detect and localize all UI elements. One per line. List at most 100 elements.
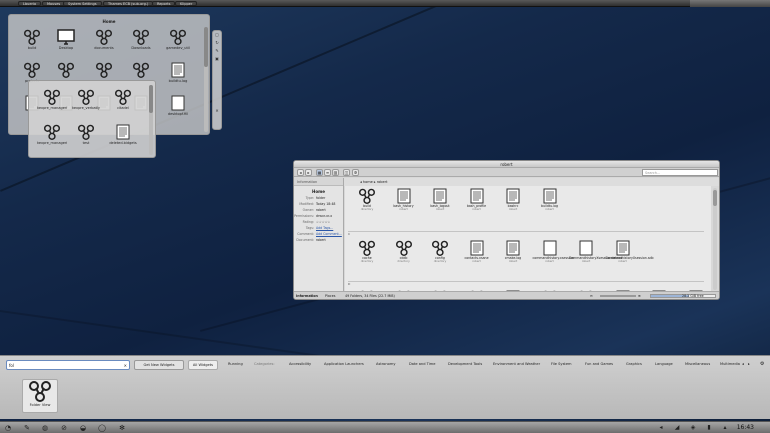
file-item[interactable]: cmake.log robert xyxy=(496,240,530,263)
top-tab[interactable]: System Settings xyxy=(63,1,102,6)
text-file-icon xyxy=(533,188,567,204)
clock[interactable]: 16:43 xyxy=(737,424,754,431)
category-item[interactable]: File System xyxy=(551,362,572,366)
kickoff-icon[interactable]: ◔ xyxy=(3,423,13,433)
file-item[interactable]: Desktop xyxy=(51,29,81,50)
file-item[interactable]: cache directory xyxy=(350,240,384,263)
widget-search-input[interactable]: fol ✕ xyxy=(6,360,130,370)
category-item[interactable]: Multimedia xyxy=(720,362,740,366)
file-item[interactable]: Downloads xyxy=(126,29,156,50)
file-item[interactable] xyxy=(51,62,81,79)
category-item[interactable]: Accessibility xyxy=(289,362,311,366)
file-item[interactable]: kexpre_verbatly xyxy=(71,89,101,110)
scroll-right-icon[interactable]: ▸ xyxy=(748,362,750,366)
share-folder-icon xyxy=(108,89,138,105)
tab-places[interactable]: Places xyxy=(325,292,335,299)
file-item[interactable]: contacts.xsane robert xyxy=(460,240,494,263)
blank-file-icon xyxy=(163,95,193,111)
details-view-button[interactable]: ≡ xyxy=(324,169,331,176)
file-item[interactable]: CommandhistoryXsession.dataxx robert xyxy=(569,240,622,263)
settings-icon[interactable]: ✲ xyxy=(352,169,359,176)
search-value: fol xyxy=(9,363,14,368)
top-tab[interactable]: Lbuerio xyxy=(18,1,42,6)
top-tab[interactable]: Thames ECB (sub-org.) xyxy=(103,1,154,6)
file-item[interactable]: bash_profile robert xyxy=(460,188,494,211)
file-item[interactable]: kexpre_managerie xyxy=(37,124,67,145)
resize-icon[interactable]: ▢ xyxy=(213,31,221,39)
search-input[interactable]: Search... xyxy=(642,169,718,176)
tab-information[interactable]: Information xyxy=(296,292,318,299)
icons-view-button[interactable]: ▦ xyxy=(316,169,323,176)
category-item[interactable]: Miscellaneous xyxy=(685,362,710,366)
category-item[interactable]: Astronomy xyxy=(376,362,395,366)
file-item[interactable]: bashrc robert xyxy=(496,188,530,211)
file-item[interactable]: build xyxy=(17,29,47,50)
category-item[interactable]: Date and Time xyxy=(409,362,435,366)
power-icon[interactable]: ◒ xyxy=(78,423,88,433)
file-view-scrollbar[interactable] xyxy=(713,188,717,290)
file-item[interactable]: documents xyxy=(89,29,119,50)
forward-button[interactable]: ▸ xyxy=(305,169,312,176)
file-item[interactable] xyxy=(126,62,156,79)
file-item[interactable]: buildtu.log robert xyxy=(533,188,567,211)
get-new-widgets-button[interactable]: Get New Widgets xyxy=(134,360,184,370)
close-icon[interactable]: ⚙ xyxy=(760,361,764,367)
subfolder-popup[interactable]: kexpre_managerie kexpre_verbatly citadel ke… xyxy=(28,80,156,158)
brush-icon[interactable]: ✎ xyxy=(22,423,32,433)
settings-icon[interactable]: ✻ xyxy=(117,423,127,433)
block-icon[interactable]: ⊘ xyxy=(59,423,69,433)
category-item[interactable]: Graphics xyxy=(626,362,642,366)
split-button[interactable]: ◫ xyxy=(343,169,350,176)
category-running[interactable]: Running xyxy=(228,362,243,366)
file-item[interactable]: build directory xyxy=(350,188,384,211)
file-view[interactable]: build directory bash_history robert bash_log… xyxy=(345,186,711,292)
file-item[interactable]: bash_history robert xyxy=(387,188,421,211)
info-value[interactable]: Add Comment... xyxy=(316,232,342,236)
file-item[interactable] xyxy=(89,62,119,79)
zoom-out-icon[interactable]: ⊖ xyxy=(590,292,593,299)
tray-battery-icon[interactable]: ▮ xyxy=(704,423,714,433)
file-item[interactable]: kexpre_managerie xyxy=(37,89,67,110)
category-all-widgets[interactable]: All Widgets xyxy=(188,360,218,370)
category-item[interactable]: Development Tools xyxy=(448,362,482,366)
tray-sound-icon[interactable]: ◢ xyxy=(672,423,682,433)
columns-view-button[interactable]: ▥ xyxy=(332,169,339,176)
rotate-icon[interactable]: ↻ xyxy=(213,39,221,47)
tray-update-icon[interactable]: ▴ xyxy=(720,423,730,433)
zoom-in-icon[interactable]: ⊕ xyxy=(638,292,641,299)
file-item[interactable]: commandhistory.xsession robert xyxy=(533,240,574,263)
clear-icon[interactable]: ✕ xyxy=(124,361,127,370)
file-item[interactable]: gamedev_util xyxy=(163,29,193,50)
folder-scrollbar[interactable] xyxy=(204,27,208,132)
file-item[interactable]: test xyxy=(71,124,101,145)
settings-icon[interactable]: ✎ xyxy=(213,47,221,55)
file-item[interactable]: buildtu.log xyxy=(163,62,193,83)
file-item[interactable]: config directory xyxy=(423,240,457,263)
category-item[interactable]: Application Launchers xyxy=(324,362,364,366)
file-item[interactable]: CommandhistoryXsession.sdb robert xyxy=(606,240,654,263)
file-item[interactable]: bash_logout robert xyxy=(423,188,457,211)
maximize-icon[interactable]: ▣ xyxy=(213,55,221,63)
scroll-left-icon[interactable]: ◂ xyxy=(742,362,744,366)
breadcrumb[interactable]: ◂ home ▸ robert xyxy=(344,178,719,186)
file-item[interactable]: cddb directory xyxy=(387,240,421,263)
top-tab[interactable]: Klipper xyxy=(175,1,198,6)
info-value[interactable]: Add Tags... xyxy=(316,226,333,230)
back-button[interactable]: ◂ xyxy=(297,169,304,176)
category-item[interactable]: Environment and Weather xyxy=(493,362,540,366)
file-item[interactable]: citadel xyxy=(108,89,138,110)
top-tab[interactable]: Reports xyxy=(152,1,176,6)
top-tab[interactable]: Mouses xyxy=(42,1,66,6)
tray-arrow-icon[interactable]: ◂ xyxy=(656,423,666,433)
popup-scrollbar[interactable] xyxy=(149,85,153,155)
category-item[interactable]: Language xyxy=(655,362,673,366)
widget-preview-folder-view[interactable]: Folder View xyxy=(22,379,58,413)
zoom-slider[interactable] xyxy=(600,295,636,297)
chat-icon[interactable]: ◯ xyxy=(97,423,107,433)
category-item[interactable]: Fun and Games xyxy=(585,362,613,366)
tray-network-icon[interactable]: ◈ xyxy=(688,423,698,433)
network-icon[interactable]: ◍ xyxy=(40,423,50,433)
close-icon[interactable]: ✕ xyxy=(213,107,221,115)
file-item[interactable]: desktopf.fill xyxy=(163,95,193,116)
file-item[interactable]: deleted.bidgets xyxy=(108,124,138,145)
